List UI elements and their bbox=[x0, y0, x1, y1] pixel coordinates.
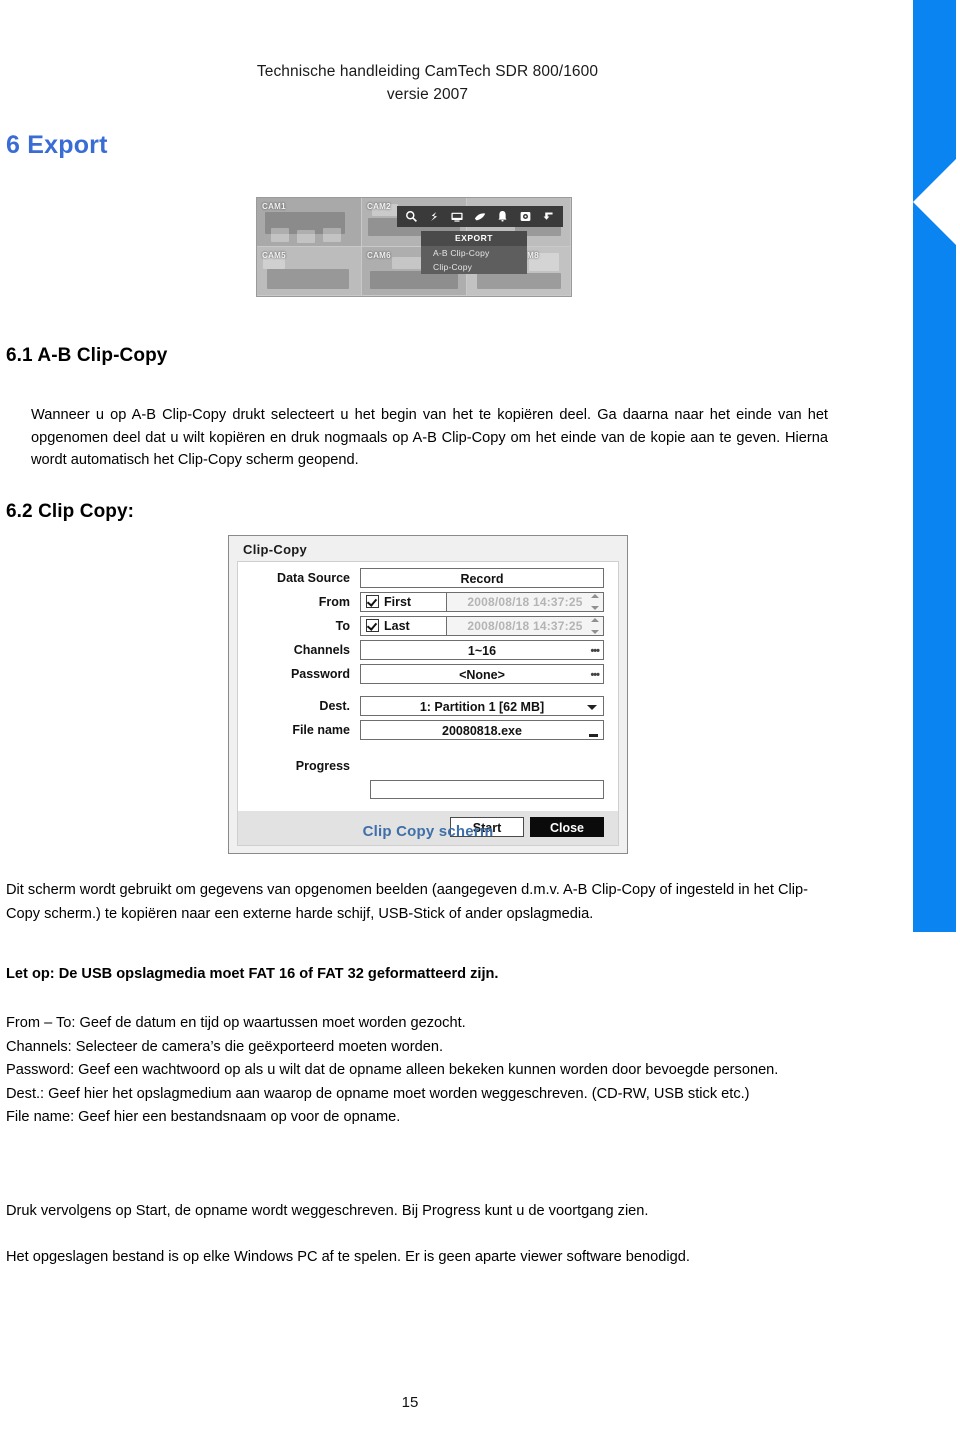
field-password[interactable]: <None> ••• bbox=[360, 663, 604, 685]
blue-accent-bar bbox=[913, 0, 956, 932]
checkbox-first[interactable]: First bbox=[361, 592, 447, 611]
section-heading-61: 6.1 A-B Clip-Copy bbox=[6, 345, 168, 366]
checkbox-last[interactable]: Last bbox=[361, 616, 447, 635]
dvr-cell-cam5: CAM5 bbox=[257, 247, 362, 296]
datetime-from-value: 2008/08/18 14:37:25 bbox=[467, 594, 583, 609]
field-line-filename: File name: Geef hier een bestandsnaam op… bbox=[6, 1109, 401, 1125]
row-password: Password <None> ••• bbox=[238, 662, 618, 685]
dvr-cam-label: CAM1 bbox=[262, 202, 286, 211]
datetime-to-value: 2008/08/18 14:37:25 bbox=[467, 618, 583, 633]
paragraph-player: Het opgeslagen bestand is op elke Window… bbox=[6, 1249, 690, 1265]
row-from: From First 2008/08/18 14:37:25 bbox=[238, 590, 618, 613]
checkbox-last-box[interactable] bbox=[366, 619, 379, 632]
clip-copy-dialog-title: Clip-Copy bbox=[243, 542, 308, 557]
playback-icon[interactable] bbox=[426, 209, 442, 224]
paragraph-usage: Dit scherm wordt gebruikt om gegevens va… bbox=[6, 882, 809, 922]
spinner-down-icon[interactable] bbox=[590, 629, 599, 634]
monitor-icon[interactable] bbox=[449, 209, 465, 224]
field-to[interactable]: Last 2008/08/18 14:37:25 bbox=[360, 615, 604, 636]
label-password: Password bbox=[290, 666, 350, 681]
dvr-export-menu-title: EXPORT bbox=[421, 231, 527, 246]
figure-caption: Clip Copy scherm bbox=[362, 823, 494, 840]
row-data-source: Data Source Record bbox=[238, 566, 618, 589]
label-channels: Channels bbox=[293, 642, 350, 657]
alarm-bell-icon[interactable] bbox=[495, 209, 511, 224]
spinner-down-icon[interactable] bbox=[590, 605, 599, 610]
field-line-password: Password: Geef een wachtwoord op als u w… bbox=[6, 1062, 779, 1078]
paragraph-note: Let op: De USB opslagmedia moet FAT 16 o… bbox=[6, 966, 499, 982]
header-line-2: versie 2007 bbox=[386, 86, 469, 103]
datetime-to[interactable]: 2008/08/18 14:37:25 bbox=[447, 616, 603, 635]
blue-bar-triangle-notch bbox=[913, 159, 956, 245]
checkbox-first-label: First bbox=[384, 594, 412, 609]
label-from: From bbox=[318, 594, 350, 609]
spinner-up-icon[interactable] bbox=[590, 617, 599, 622]
field-channels[interactable]: 1~16 ••• bbox=[360, 639, 604, 661]
value-filename: 20080818.exe bbox=[442, 723, 522, 738]
dvr-cam-label: CAM2 bbox=[367, 202, 391, 211]
progress-bar bbox=[370, 780, 604, 799]
label-data-source: Data Source bbox=[277, 570, 350, 585]
checkbox-last-label: Last bbox=[384, 618, 410, 633]
dash-icon[interactable] bbox=[589, 733, 598, 737]
ellipsis-icon[interactable]: ••• bbox=[590, 665, 600, 685]
paragraph-field-descriptions: From – To: Geef de datum en tijd op waar… bbox=[6, 1012, 826, 1130]
value-dest: 1: Partition 1 [62 MB] bbox=[419, 699, 545, 714]
back-arrow-icon[interactable] bbox=[540, 209, 556, 224]
section-heading-62: 6.2 Clip Copy: bbox=[6, 501, 135, 522]
row-channels: Channels 1~16 ••• bbox=[238, 638, 618, 661]
dvr-menu-item-clip-copy[interactable]: Clip-Copy bbox=[421, 260, 527, 274]
checkbox-first-box[interactable] bbox=[366, 595, 379, 608]
document-header: Technische handleiding CamTech SDR 800/1… bbox=[0, 60, 855, 106]
field-dest[interactable]: 1: Partition 1 [62 MB] bbox=[360, 695, 604, 716]
label-progress: Progress bbox=[295, 759, 350, 773]
label-dest: Dest. bbox=[319, 698, 350, 713]
intro-paragraph: Wanneer u op A-B Clip-Copy drukt selecte… bbox=[31, 407, 828, 468]
value-channels: 1~16 bbox=[467, 643, 497, 658]
chevron-down-icon[interactable] bbox=[587, 704, 597, 710]
clip-copy-dialog-body: Data Source Record From First 2008/08/18… bbox=[237, 561, 619, 811]
ptz-hand-icon[interactable] bbox=[472, 209, 488, 224]
ellipsis-icon[interactable]: ••• bbox=[590, 641, 600, 661]
dvr-menu-item-ab-clip-copy[interactable]: A-B Clip-Copy bbox=[421, 246, 527, 260]
value-data-source: Record bbox=[460, 571, 504, 586]
label-filename: File name bbox=[292, 722, 350, 737]
header-line-1: Technische handleiding CamTech SDR 800/1… bbox=[256, 63, 599, 80]
row-dest: Dest. 1: Partition 1 [62 MB] bbox=[238, 694, 618, 717]
page-title: 6 Export bbox=[6, 131, 108, 159]
field-data-source[interactable]: Record bbox=[360, 567, 604, 588]
row-to: To Last 2008/08/18 14:37:25 bbox=[238, 614, 618, 637]
dvr-cam-label: CAM6 bbox=[367, 251, 391, 260]
search-icon[interactable] bbox=[403, 209, 419, 224]
row-progress: Progress bbox=[238, 754, 618, 778]
datetime-from[interactable]: 2008/08/18 14:37:25 bbox=[447, 592, 603, 611]
field-from[interactable]: First 2008/08/18 14:37:25 bbox=[360, 591, 604, 612]
dvr-toolbar bbox=[397, 206, 563, 227]
label-to: To bbox=[335, 618, 350, 633]
dvr-screenshot-figure: CAM1 CAM2 CAM5 CAM6 CAM8 bbox=[256, 197, 572, 297]
spinner-up-icon[interactable] bbox=[590, 593, 599, 598]
field-line-from-to: From – To: Geef de datum en tijd op waar… bbox=[6, 1015, 466, 1031]
dvr-cell-cam1: CAM1 bbox=[257, 198, 362, 247]
spinner-to[interactable] bbox=[590, 617, 599, 634]
paragraph-start: Druk vervolgens op Start, de opname word… bbox=[6, 1203, 649, 1219]
clip-copy-dialog: Clip-Copy Data Source Record From First … bbox=[228, 535, 628, 854]
dvr-cam-label: CAM5 bbox=[262, 251, 286, 260]
dvr-export-menu: EXPORT A-B Clip-Copy Clip-Copy bbox=[421, 231, 527, 274]
value-password: <None> bbox=[459, 667, 505, 682]
record-icon[interactable] bbox=[518, 209, 534, 224]
row-filename: File name 20080818.exe bbox=[238, 718, 618, 741]
field-filename[interactable]: 20080818.exe bbox=[360, 719, 604, 740]
field-line-dest: Dest.: Geef hier het opslagmedium aan wa… bbox=[6, 1085, 750, 1102]
spinner-from[interactable] bbox=[590, 593, 599, 610]
page-number: 15 bbox=[401, 1394, 419, 1411]
field-line-channels: Channels: Selecteer de camera’s die geëx… bbox=[6, 1038, 443, 1055]
